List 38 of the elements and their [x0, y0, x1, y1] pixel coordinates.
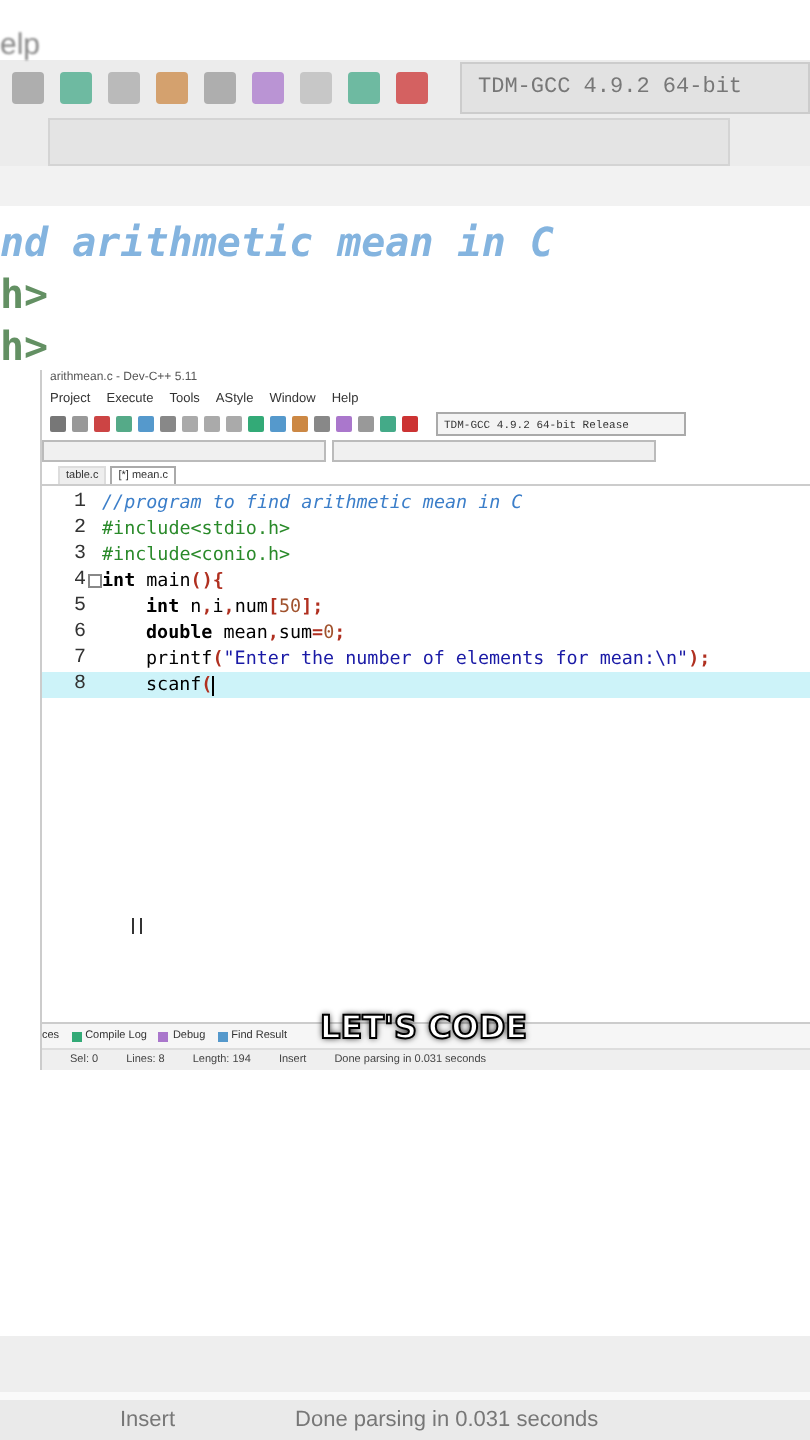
- line-number: 7: [71, 648, 86, 670]
- text-cursor: [212, 675, 215, 695]
- toolbar-icon[interactable]: [396, 72, 428, 105]
- status-text: Done parsing in 0.031 seconds: [295, 1408, 599, 1432]
- menu-text: elp: [0, 28, 41, 62]
- mouse-cursor-icon: [132, 918, 142, 934]
- code-line: //program to find arithmetic mean in C: [102, 492, 523, 514]
- code-line: double mean,sum=0;: [146, 622, 346, 644]
- line-number: 2: [71, 518, 86, 540]
- toolbar-icon[interactable]: [156, 72, 188, 105]
- line-number: 4: [71, 570, 86, 592]
- toolbar-icon[interactable]: [300, 72, 332, 105]
- status-text: Insert: [120, 1408, 176, 1432]
- line-number: 6: [71, 622, 86, 644]
- toolbar-icon[interactable]: [108, 72, 140, 105]
- toolbar-icon[interactable]: [204, 72, 236, 105]
- scope-select[interactable]: [48, 117, 730, 166]
- toolbar-icon[interactable]: [252, 72, 284, 105]
- line-number: 5: [71, 596, 86, 618]
- caption: LET'S CODE: [320, 1008, 528, 1046]
- line-number: 3: [71, 544, 86, 566]
- function-select[interactable]: [332, 439, 656, 461]
- code-line: int main(){: [102, 570, 224, 592]
- code-line: h>: [0, 269, 51, 318]
- code-line: #include<stdio.h>: [102, 518, 291, 540]
- code-line: scanf(: [146, 674, 213, 696]
- code-line: printf("Enter the number of elements for mean:\n");: [146, 648, 711, 670]
- fold-icon[interactable]: [87, 574, 101, 588]
- code-line: #include<conio.h>: [102, 544, 291, 566]
- toolbar-icon[interactable]: [348, 72, 380, 105]
- code-line: nd arithmetic mean in C: [0, 217, 556, 266]
- toolbar-icon[interactable]: [60, 72, 92, 105]
- line-number: 1: [71, 492, 86, 514]
- code-line: h>: [0, 321, 50, 370]
- code-line: int n,i,num[50];: [146, 596, 324, 618]
- line-number: 8: [71, 674, 86, 696]
- class-select[interactable]: [42, 439, 326, 461]
- toolbar-icon[interactable]: [12, 72, 44, 105]
